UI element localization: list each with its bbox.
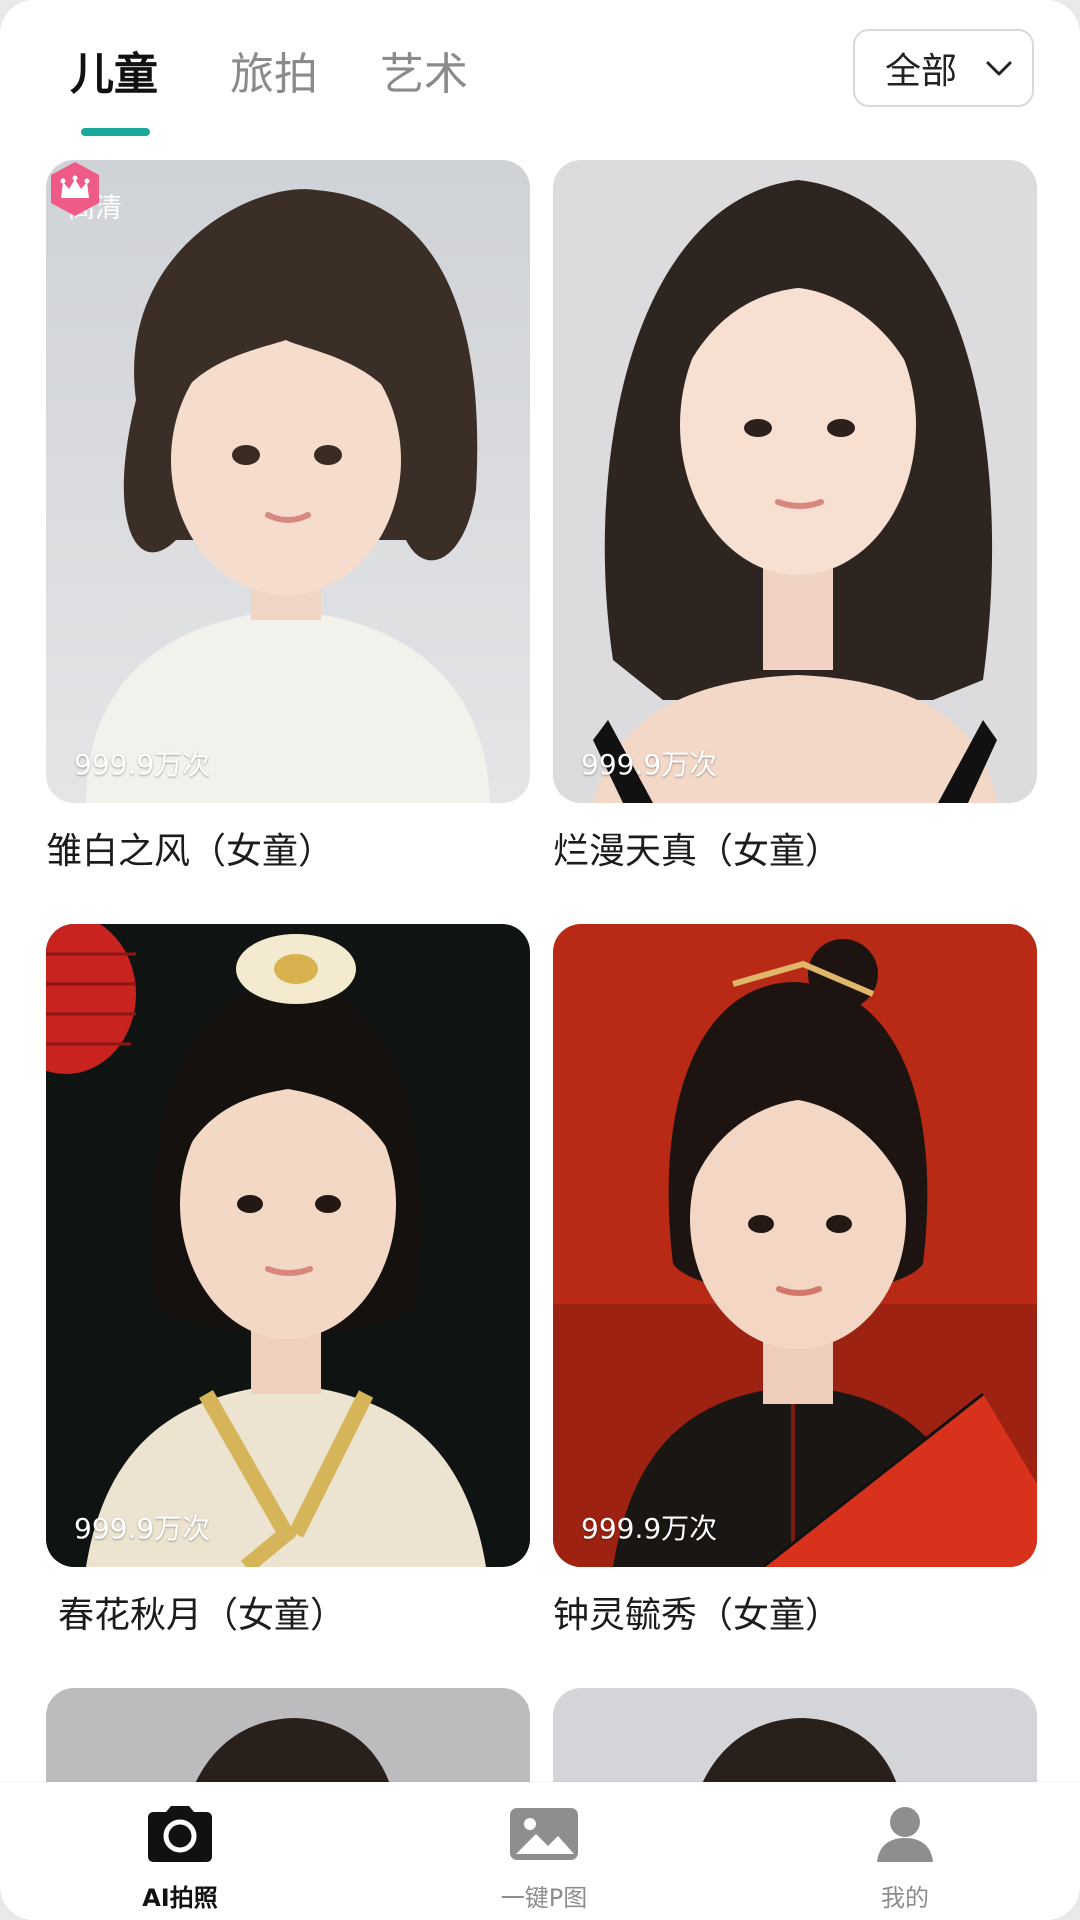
photo-portrait-long-hair (553, 160, 1037, 803)
template-title: 雏白之风（女童） (46, 831, 335, 872)
tab-art[interactable]: 艺术 (380, 38, 468, 102)
nav-ai-photo[interactable]: AI拍照 (70, 1782, 290, 1920)
template-image[interactable]: 999.9万次 (46, 924, 530, 1567)
usage-count: 999.9万次 (74, 1512, 211, 1545)
nav-label: 一键P图 (500, 1884, 588, 1912)
profile-icon (877, 1807, 933, 1862)
nav-me[interactable]: 我的 (795, 1782, 1015, 1920)
template-title: 春花秋月（女童） (58, 1595, 347, 1636)
crown-icon (51, 162, 99, 216)
bottom-navigation: AI拍照 一键P图 我的 (0, 1782, 1080, 1920)
app-screen: 儿童 旅拍 艺术 全部 高清 999.9万次 雏白之风（女童） 999.9万次 … (0, 0, 1080, 1920)
template-title: 烂漫天真（女童） (553, 831, 842, 872)
photo-portrait-qipao (553, 924, 1037, 1567)
filter-label: 全部 (885, 51, 958, 92)
photo-portrait-white-sweater (46, 160, 530, 803)
nav-one-click-edit[interactable]: 一键P图 (434, 1782, 654, 1920)
active-tab-indicator (81, 128, 150, 136)
usage-count: 999.9万次 (581, 748, 718, 781)
template-image[interactable]: 999.9万次 (553, 924, 1037, 1567)
template-card[interactable]: 999.9万次 钟灵毓秀（女童） (553, 924, 1037, 1636)
tab-children[interactable]: 儿童 (70, 38, 158, 102)
template-card[interactable]: 999.9万次 春花秋月（女童） (46, 924, 530, 1636)
template-image[interactable]: 高清 999.9万次 (46, 160, 530, 803)
chevron-down-icon (986, 61, 1012, 76)
tab-travel[interactable]: 旅拍 (230, 38, 318, 102)
filter-dropdown[interactable]: 全部 (853, 29, 1034, 107)
template-image[interactable]: 999.9万次 (553, 160, 1037, 803)
template-title: 钟灵毓秀（女童） (553, 1595, 842, 1636)
image-icon (510, 1808, 578, 1860)
photo-portrait-hanfu (46, 924, 530, 1567)
template-card[interactable]: 高清 999.9万次 雏白之风（女童） (46, 160, 530, 872)
template-card[interactable]: 999.9万次 烂漫天真（女童） (553, 160, 1037, 872)
camera-icon (148, 1806, 212, 1862)
nav-label: 我的 (881, 1884, 929, 1912)
nav-label: AI拍照 (142, 1884, 218, 1912)
usage-count: 999.9万次 (74, 748, 211, 781)
usage-count: 999.9万次 (581, 1512, 718, 1545)
